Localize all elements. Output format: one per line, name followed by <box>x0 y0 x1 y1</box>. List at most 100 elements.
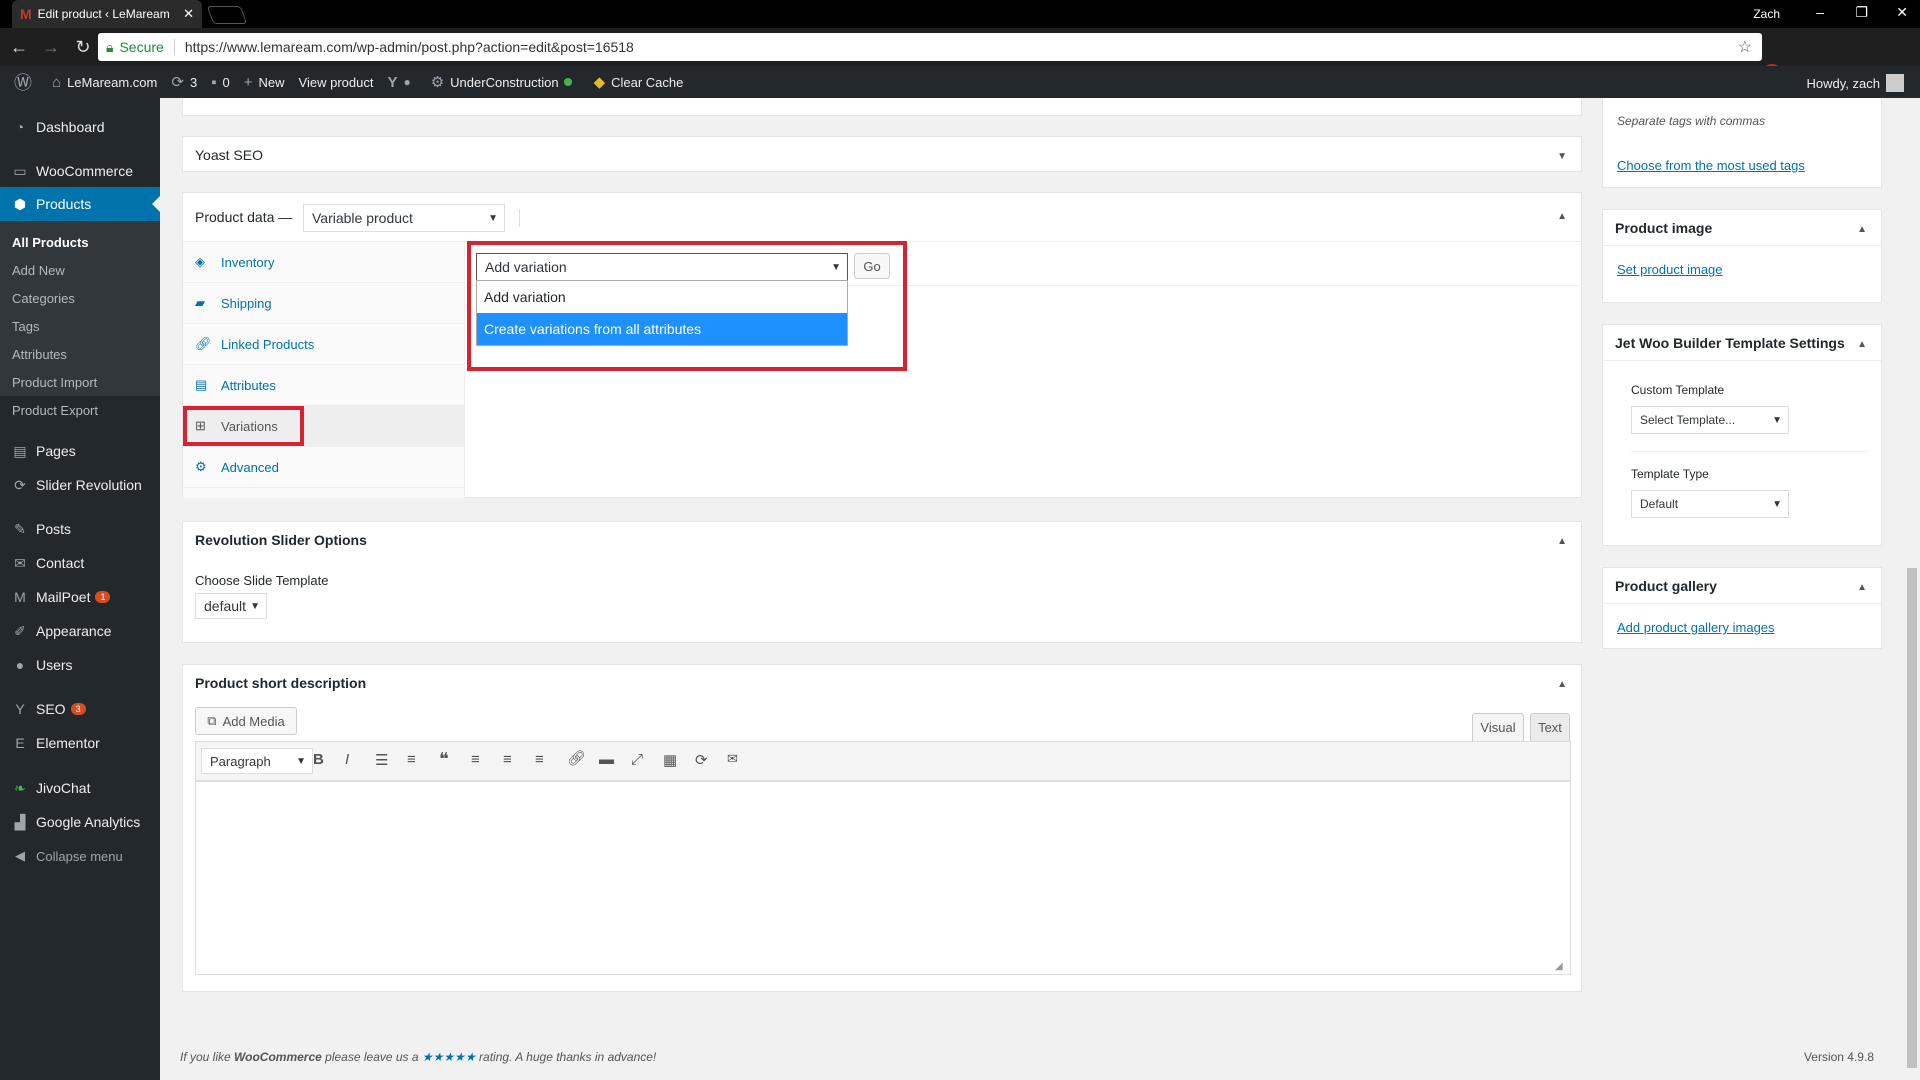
yoast-icon[interactable]: Y ● <box>387 74 416 91</box>
clear-cache-link[interactable]: ◆ Clear Cache <box>594 73 684 91</box>
tab-inventory[interactable]: ◈ Inventory <box>183 242 465 283</box>
product-type-select[interactable]: Variable product ▼ <box>303 204 505 232</box>
tab-close-icon[interactable]: ✕ <box>183 6 194 22</box>
submenu-tags[interactable]: Tags <box>12 319 39 334</box>
menu-appearance[interactable]: ✐ Appearance <box>0 614 160 648</box>
fullscreen-icon[interactable]: ⤢ <box>631 751 643 768</box>
add-media-button[interactable]: ⧉ Add Media <box>195 707 297 735</box>
menu-users[interactable]: ● Users <box>0 648 160 682</box>
account-menu[interactable]: Howdy, zach <box>1807 74 1904 92</box>
collapse-caret-icon[interactable]: ▲ <box>1857 582 1867 593</box>
blockquote-icon[interactable]: ❝ <box>439 749 449 770</box>
view-product-link[interactable]: View product <box>299 75 374 90</box>
new-content-link[interactable]: + New <box>244 74 285 91</box>
url-text[interactable]: https://www.lemaream.com/wp-admin/post.p… <box>185 39 634 55</box>
address-bar[interactable]: 🔒︎ Secure https://www.lemaream.com/wp-ad… <box>98 33 1762 61</box>
dropdown-option-add-variation[interactable]: Add variation <box>477 281 847 313</box>
refresh-icon[interactable]: ⟳ <box>695 751 708 769</box>
short-description-title[interactable]: Product short description <box>183 665 1581 701</box>
wordpress-logo-icon[interactable]: Ⓦ <box>14 69 38 95</box>
template-type-select[interactable]: Default ▼ <box>1631 490 1789 518</box>
submenu-categories[interactable]: Categories <box>12 291 75 306</box>
submenu-product-import[interactable]: Product Import <box>12 375 97 390</box>
menu-slider-revolution[interactable]: ⟳ Slider Revolution <box>0 468 160 502</box>
format-select[interactable]: Paragraph ▼ <box>201 748 313 774</box>
dropdown-option-create-all[interactable]: Create variations from all attributes <box>477 313 847 345</box>
tab-linked-products[interactable]: 🔗︎ Linked Products <box>183 324 465 365</box>
revslider-title[interactable]: Revolution Slider Options <box>183 522 1581 558</box>
menu-products[interactable]: ⬢ Products <box>0 187 160 221</box>
maximize-icon[interactable]: ❐ <box>1855 4 1868 21</box>
resize-handle-icon[interactable]: ◢ <box>1555 961 1563 972</box>
menu-collapse[interactable]: ◀ Collapse menu <box>0 839 160 873</box>
menu-woocommerce[interactable]: ▭ WooCommerce <box>0 154 160 188</box>
tab-advanced[interactable]: ⚙ Advanced <box>183 447 465 488</box>
collapse-caret-icon[interactable]: ▲ <box>1557 211 1567 222</box>
comments-link[interactable]: ▪ 0 <box>211 74 230 91</box>
toolbar-toggle-icon[interactable]: ▦ <box>663 751 677 769</box>
collapse-caret-icon[interactable]: ▲ <box>1857 339 1867 350</box>
scrollbar-track[interactable] <box>1904 98 1920 1080</box>
read-more-icon[interactable]: ▬ <box>599 751 614 768</box>
submenu-attributes[interactable]: Attributes <box>12 347 67 362</box>
go-button[interactable]: Go <box>854 253 890 279</box>
email-icon[interactable]: ✉ <box>727 751 738 767</box>
yoast-seo-title[interactable]: Yoast SEO <box>183 137 1581 173</box>
set-product-image-link[interactable]: Set product image <box>1617 262 1723 277</box>
add-gallery-images-link[interactable]: Add product gallery images <box>1617 620 1775 635</box>
numbered-list-icon[interactable]: ≡ <box>407 751 416 768</box>
menu-elementor[interactable]: E Elementor <box>0 726 160 760</box>
profile-name[interactable]: Zach <box>1753 7 1780 21</box>
product-gallery-title[interactable]: Product gallery <box>1603 568 1881 604</box>
slide-template-select[interactable]: default ▼ <box>195 593 267 619</box>
align-center-icon[interactable]: ≡ <box>503 751 512 768</box>
collapse-caret-icon[interactable]: ▲ <box>1857 224 1867 235</box>
menu-mailpoet[interactable]: M MailPoet 1 <box>0 580 160 614</box>
menu-dashboard[interactable]: ◔ Dashboard <box>0 110 160 144</box>
collapse-caret-icon[interactable]: ▲ <box>1557 679 1567 690</box>
back-icon[interactable]: ← <box>6 37 32 58</box>
rating-stars-link[interactable]: ★★★★★ <box>422 1050 476 1064</box>
chevron-down-icon: ▼ <box>296 755 306 767</box>
reload-icon[interactable]: ↻ <box>70 37 96 58</box>
browser-tab[interactable]: M Edit product ‹ LeMaream ✕ <box>12 0 202 28</box>
custom-template-select[interactable]: Select Template... ▼ <box>1631 406 1789 434</box>
site-name-link[interactable]: ⌂ LeMaream.com <box>52 74 157 91</box>
menu-contact[interactable]: ✉ Contact <box>0 546 160 580</box>
align-right-icon[interactable]: ≡ <box>535 751 544 768</box>
visual-tab[interactable]: Visual <box>1472 713 1524 741</box>
tab-attributes[interactable]: ▤ Attributes <box>183 365 465 406</box>
italic-icon[interactable]: I <box>345 751 349 768</box>
menu-jivochat[interactable]: ❧ JivoChat <box>0 771 160 805</box>
collapse-caret-icon[interactable]: ▲ <box>1557 536 1567 547</box>
submenu-product-export[interactable]: Product Export <box>12 403 98 418</box>
bold-icon[interactable]: B <box>313 751 324 768</box>
editor-content-area[interactable] <box>195 781 1571 975</box>
tab-shipping[interactable]: ▰ Shipping <box>183 283 465 324</box>
most-used-tags-link[interactable]: Choose from the most used tags <box>1617 158 1805 173</box>
variation-action-select[interactable]: Add variation ▼ <box>476 253 848 281</box>
forward-icon[interactable]: → <box>38 37 64 58</box>
menu-google-analytics[interactable]: ▟ Google Analytics <box>0 805 160 839</box>
scrollbar-thumb[interactable] <box>1907 568 1917 1068</box>
submenu-all-products[interactable]: All Products <box>12 235 89 250</box>
menu-posts[interactable]: ✎ Posts <box>0 512 160 546</box>
align-left-icon[interactable]: ≡ <box>471 751 480 768</box>
bookmark-star-icon[interactable]: ☆ <box>1738 37 1752 57</box>
underconstruction-link[interactable]: ⚙ UnderConstruction <box>431 73 572 91</box>
bullet-list-icon[interactable]: ☰ <box>375 751 388 769</box>
jet-woo-title[interactable]: Jet Woo Builder Template Settings <box>1603 325 1881 361</box>
comment-icon: ▪ <box>211 73 217 91</box>
close-window-icon[interactable]: ✕ <box>1896 4 1908 21</box>
collapse-caret-icon[interactable]: ▼ <box>1557 151 1567 162</box>
updates-link[interactable]: ⟳ 3 <box>171 73 197 91</box>
link-icon[interactable]: 🔗︎ <box>567 749 586 767</box>
menu-seo[interactable]: Y SEO 3 <box>0 692 160 726</box>
version-text: Version 4.9.8 <box>1803 1050 1874 1064</box>
text-tab[interactable]: Text <box>1530 713 1570 741</box>
menu-pages[interactable]: ▤ Pages <box>0 434 160 468</box>
minimize-icon[interactable]: – <box>1816 4 1824 20</box>
new-tab-button[interactable] <box>206 6 248 24</box>
product-image-title[interactable]: Product image <box>1603 210 1881 246</box>
submenu-add-new[interactable]: Add New <box>12 263 65 278</box>
